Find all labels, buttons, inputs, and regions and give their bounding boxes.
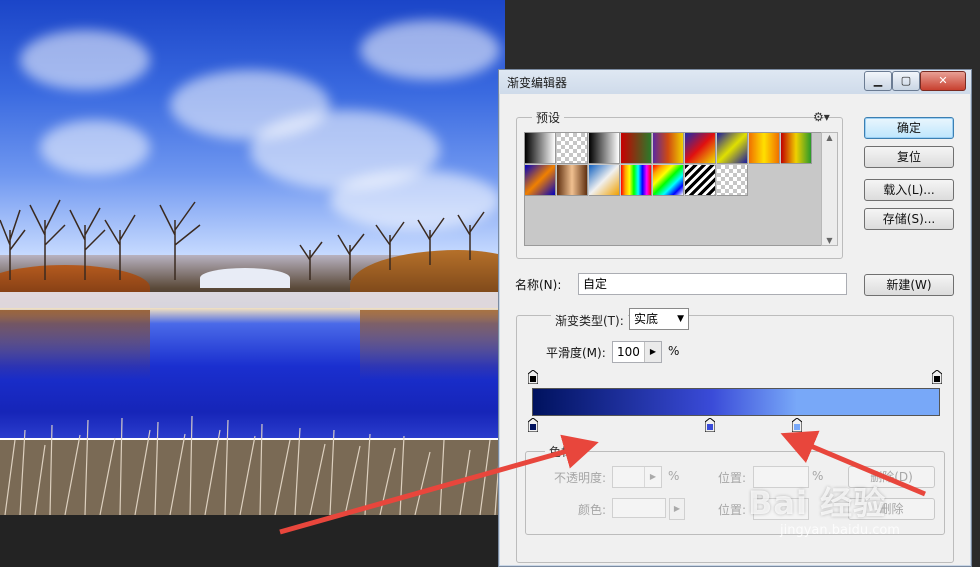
preset-swatch[interactable] (685, 133, 716, 164)
presets-scrollbar[interactable]: ▲ ▼ (821, 132, 838, 246)
close-icon: ✕ (938, 74, 948, 87)
load-button[interactable]: 载入(L)... (864, 179, 954, 201)
gradient-preview-bar[interactable] (532, 388, 940, 416)
opacity-arrow-icon[interactable]: ▶ (644, 467, 661, 487)
color-position-label: 位置: (718, 503, 747, 517)
save-button[interactable]: 存储(S)... (864, 208, 954, 230)
preset-swatch[interactable] (781, 133, 812, 164)
preset-swatch[interactable] (589, 133, 620, 164)
color-label: 颜色: (578, 503, 607, 517)
name-input[interactable]: 自定 (578, 273, 847, 295)
minimize-icon: ▁ (873, 74, 883, 87)
color-stop-end[interactable] (792, 418, 802, 432)
preset-swatch[interactable] (653, 165, 684, 196)
maximize-button[interactable]: ▢ (892, 71, 920, 91)
close-button[interactable]: ✕ (920, 71, 966, 91)
gradient-type-label: 渐变类型(T): (551, 312, 628, 329)
scroll-down-icon[interactable]: ▼ (822, 236, 837, 245)
preset-swatch[interactable] (749, 133, 780, 164)
color-stop-start[interactable] (528, 418, 538, 432)
smoothness-arrow-icon[interactable]: ▶ (644, 342, 661, 362)
preset-swatch[interactable] (525, 133, 556, 164)
preset-swatch[interactable] (717, 165, 748, 196)
watermark-url: jingyan.baidu.com (780, 523, 900, 538)
gradient-type-select[interactable]: 实底 ▼ (629, 308, 689, 330)
gradient-editor-dialog: 渐变编辑器 ▁ ▢ ✕ 预设 ⚙▾ ▲ ▼ 确定 复位 载入(L)... 存储(… (498, 69, 972, 567)
canvas-bottom-strip (0, 515, 505, 567)
opacity-percent: % (668, 469, 680, 483)
name-label: 名称(N): (515, 278, 562, 292)
preset-swatch[interactable] (589, 165, 620, 196)
preset-swatch[interactable] (653, 133, 684, 164)
color-stop-mid[interactable] (705, 418, 715, 432)
presets-gear-icon[interactable]: ⚙▾ (813, 110, 830, 124)
preset-swatch[interactable] (557, 133, 588, 164)
opacity-input[interactable]: ▶ (612, 466, 662, 488)
baidu-watermark: Bai 经验 (748, 484, 887, 522)
smoothness-label: 平滑度(M): (546, 346, 606, 360)
ok-button[interactable]: 确定 (864, 117, 954, 139)
preset-swatch[interactable] (621, 165, 652, 196)
opacity-stop-right[interactable] (932, 370, 942, 384)
presets-panel (524, 132, 822, 246)
canvas-photo (0, 0, 505, 515)
opacity-stop-left[interactable] (528, 370, 538, 384)
preset-swatch[interactable] (717, 133, 748, 164)
smoothness-value: 100 (617, 345, 640, 359)
preset-swatch[interactable] (685, 165, 716, 196)
opacity-label: 不透明度: (554, 471, 607, 485)
preset-swatch[interactable] (525, 165, 556, 196)
dialog-titlebar[interactable]: 渐变编辑器 ▁ ▢ ✕ (499, 70, 971, 94)
dialog-title: 渐变编辑器 (507, 76, 568, 90)
presets-label: 预设 (532, 109, 565, 126)
opacity-position-label: 位置: (718, 471, 747, 485)
stops-label: 色标 (545, 443, 578, 460)
preset-swatch[interactable] (557, 165, 588, 196)
gradient-type-value: 实底 (634, 312, 659, 326)
chevron-down-icon: ▼ (677, 314, 684, 324)
new-button[interactable]: 新建(W) (864, 274, 954, 296)
color-swatch[interactable] (612, 498, 666, 518)
grass (0, 415, 505, 515)
trees (0, 199, 485, 280)
smoothness-percent: % (668, 344, 680, 358)
smoothness-input[interactable]: 100 ▶ (612, 341, 662, 363)
color-arrow-icon[interactable]: ▶ (669, 498, 685, 520)
minimize-button[interactable]: ▁ (864, 71, 892, 91)
reset-button[interactable]: 复位 (864, 146, 954, 168)
maximize-icon: ▢ (900, 74, 912, 87)
scroll-up-icon[interactable]: ▲ (822, 133, 837, 142)
preset-swatch[interactable] (621, 133, 652, 164)
